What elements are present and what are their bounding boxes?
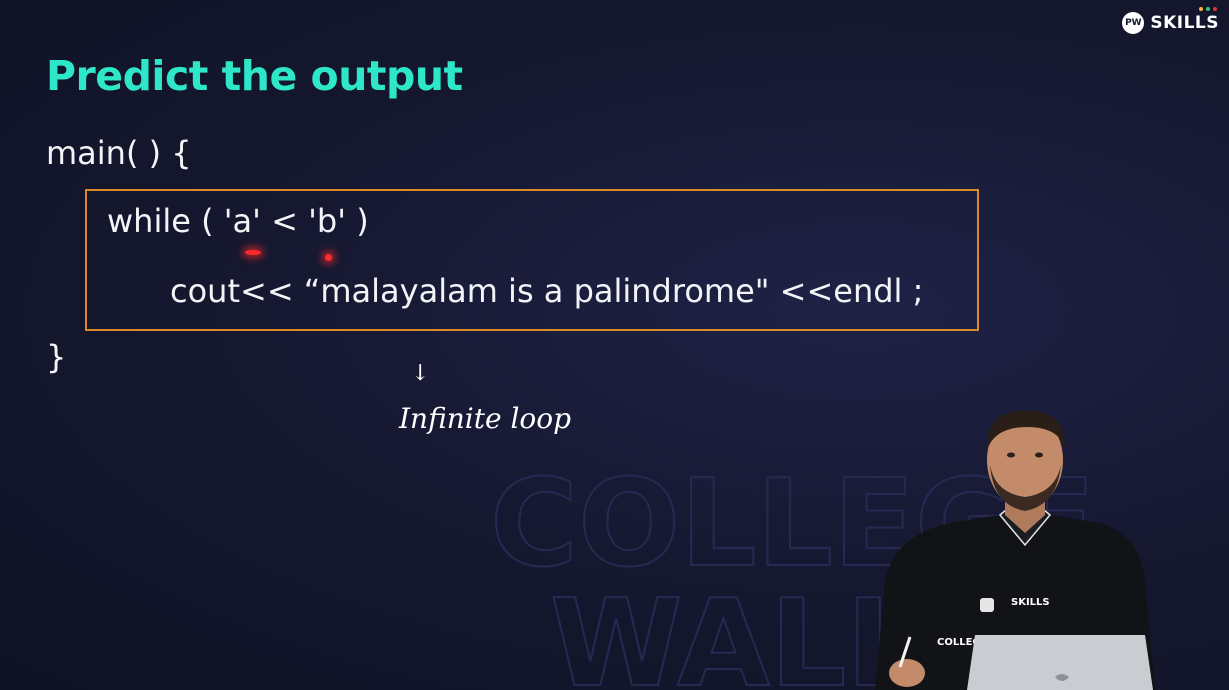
laser-pointer-dot <box>325 254 332 261</box>
code-line-cout: cout<< “malayalam is a palindrome" <<end… <box>170 272 924 310</box>
handwritten-annotation: ↓ Infinite loop <box>398 361 571 435</box>
code-line-main: main( ) { <box>46 134 192 172</box>
slide-title: Predict the output <box>46 52 463 100</box>
laser-pointer-mark <box>245 250 261 255</box>
presenter-video: SKILLS COLLEGE <box>875 410 1155 690</box>
annotation-text: Infinite loop <box>398 402 571 435</box>
code-line-close-brace: } <box>46 338 67 376</box>
brand-logo: PW SKILLS <box>1122 7 1219 34</box>
shirt-logo-text: SKILLS <box>1011 597 1050 608</box>
annotation-arrow: ↓ <box>411 361 429 386</box>
brand-logo-icon: PW <box>1122 12 1145 34</box>
brand-logo-text: SKILLS <box>1150 13 1219 33</box>
code-line-while: while ( 'a' < 'b' ) <box>107 202 369 240</box>
brand-logo-dots <box>1199 7 1217 11</box>
